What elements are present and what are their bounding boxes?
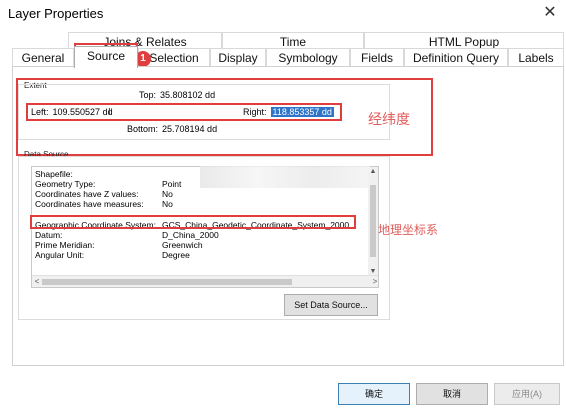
ok-button[interactable]: 确定	[338, 383, 410, 405]
gcs-annotation: 地理坐标系	[378, 223, 439, 237]
gcs-highlight	[30, 215, 356, 229]
tab-labels[interactable]: Labels	[508, 48, 564, 66]
horizontal-scroll-thumb[interactable]	[42, 279, 292, 285]
cancel-button[interactable]: 取消	[416, 383, 488, 405]
tab-general[interactable]: General	[12, 48, 74, 66]
tab-fields[interactable]: Fields	[350, 48, 404, 66]
tab-source[interactable]: Source	[74, 46, 138, 68]
redacted-path-blur	[200, 166, 370, 188]
tab-display[interactable]: Display	[210, 48, 266, 66]
apply-button[interactable]: 应用(A)	[494, 383, 560, 405]
vertical-scroll-thumb[interactable]	[370, 185, 376, 257]
tab-definition-query[interactable]: Definition Query	[404, 48, 508, 66]
title-bar: Layer Properties ✕	[0, 0, 566, 26]
close-icon[interactable]: ✕	[540, 3, 560, 23]
dialog-title: Layer Properties	[8, 6, 104, 21]
tab-symbology[interactable]: Symbology	[266, 48, 350, 66]
scroll-left-icon[interactable]: <	[32, 276, 42, 287]
horizontal-scrollbar[interactable]: < >	[32, 275, 378, 287]
lat-lon-annotation: 经纬度	[368, 112, 410, 128]
extent-lr-highlight	[26, 103, 342, 121]
layer-properties-dialog: Layer Properties ✕ Joins & Relates Time …	[0, 0, 566, 408]
scroll-right-icon[interactable]: >	[370, 276, 378, 287]
set-data-source-button[interactable]: Set Data Source...	[284, 294, 378, 316]
